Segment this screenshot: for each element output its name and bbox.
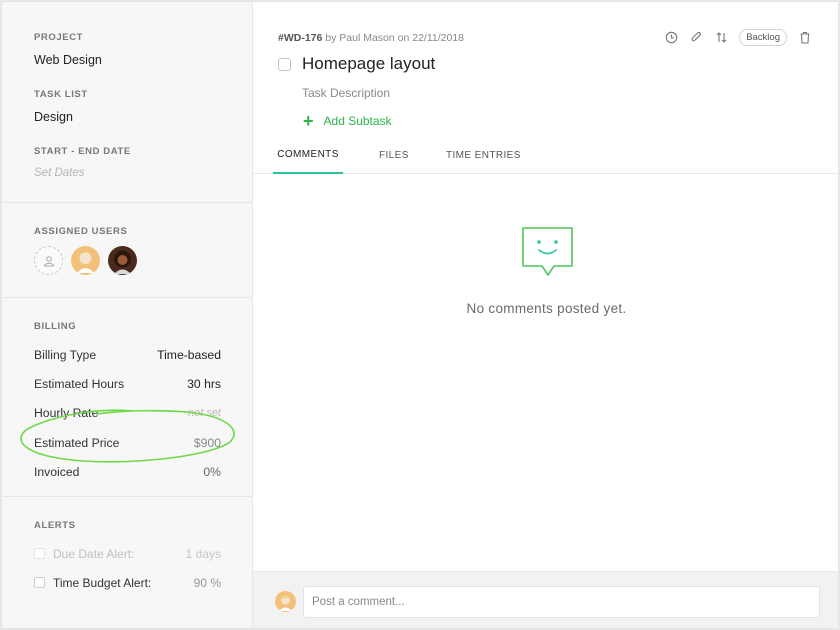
empty-comments-text: No comments posted yet.: [466, 301, 627, 316]
alerts-label: ALERTS: [34, 520, 76, 531]
time-budget-alert-row: Time Budget Alert: 90 %: [34, 568, 221, 597]
task-main: #WD-176 by Paul Mason on 22/11/2018 Back…: [253, 2, 838, 628]
assigned-users-label: ASSIGNED USERS: [34, 226, 128, 237]
avatar-image: [114, 250, 131, 274]
status-badge[interactable]: Backlog: [739, 29, 787, 46]
time-budget-alert-label: Time Budget Alert:: [53, 575, 152, 590]
project-label: PROJECT: [34, 32, 84, 43]
estimated-price-label: Estimated Price: [34, 435, 120, 450]
task-meta: #WD-176 by Paul Mason on 22/11/2018: [278, 32, 464, 44]
hourly-rate-label: Hourly Rate: [34, 406, 99, 421]
due-date-alert-value: 1 days: [185, 546, 221, 561]
task-actions: Backlog: [664, 29, 812, 46]
tab-comments[interactable]: COMMENTS: [273, 136, 343, 174]
estimated-price-value: $900: [193, 435, 221, 450]
tasklist-value[interactable]: Design: [34, 110, 221, 124]
due-date-alert-row: Due Date Alert: 1 days: [34, 539, 221, 568]
task-title[interactable]: Homepage layout: [302, 54, 435, 74]
set-dates-link[interactable]: Set Dates: [34, 167, 221, 179]
invoiced-row[interactable]: Invoiced 0%: [34, 457, 221, 486]
paperclip-icon[interactable]: [689, 31, 703, 45]
due-date-alert-checkbox[interactable]: [34, 548, 45, 559]
estimated-hours-value: 30 hrs: [187, 376, 221, 391]
smile-chat-icon: [522, 227, 573, 276]
estimated-hours-row[interactable]: Estimated Hours 30 hrs: [34, 369, 221, 398]
task-description[interactable]: Task Description: [302, 86, 390, 100]
alerts-section: ALERTS Due Date Alert: 1 days Time Budge…: [2, 497, 252, 597]
swap-icon[interactable]: [714, 31, 728, 45]
time-budget-alert-checkbox[interactable]: [34, 577, 45, 588]
invoiced-label: Invoiced: [34, 464, 80, 479]
hourly-rate-value: not set: [187, 407, 221, 420]
task-sidebar: PROJECT Web Design TASK LIST Design STAR…: [2, 2, 253, 628]
comment-input[interactable]: [303, 586, 820, 618]
project-value[interactable]: Web Design: [34, 53, 221, 67]
project-section: PROJECT Web Design TASK LIST Design STAR…: [2, 2, 252, 203]
time-budget-alert-left: Time Budget Alert:: [34, 576, 151, 590]
user-placeholder-icon: [43, 255, 54, 266]
assigned-users-section: ASSIGNED USERS: [2, 203, 252, 298]
avatar[interactable]: [108, 246, 137, 275]
tasklist-label: TASK LIST: [34, 89, 88, 100]
trash-icon[interactable]: [798, 31, 812, 45]
task-title-row: Homepage layout: [278, 54, 435, 74]
task-tabs: COMMENTS FILES TIME ENTRIES: [253, 136, 838, 174]
invoiced-value: 0%: [203, 464, 221, 479]
billing-type-row[interactable]: Billing Type Time-based: [34, 340, 221, 369]
task-complete-checkbox[interactable]: [278, 57, 291, 71]
task-panel: PROJECT Web Design TASK LIST Design STAR…: [1, 1, 839, 629]
task-author-date: by Paul Mason on 22/11/2018: [322, 32, 465, 44]
clock-icon[interactable]: [664, 31, 678, 45]
plus-icon: +: [303, 111, 314, 131]
due-date-alert-label: Due Date Alert:: [53, 546, 135, 561]
avatar: [275, 591, 296, 612]
dates-label: START - END DATE: [34, 146, 131, 157]
comment-footer: [253, 571, 838, 628]
add-subtask-label: Add Subtask: [323, 114, 392, 128]
avatar-image: [279, 595, 292, 611]
billing-type-value: Time-based: [157, 347, 221, 362]
tab-files[interactable]: FILES: [379, 136, 409, 174]
time-budget-alert-value: 90 %: [193, 575, 221, 590]
avatar-image: [77, 252, 94, 273]
billing-section: BILLING Billing Type Time-based Estimate…: [2, 298, 252, 497]
billing-label: BILLING: [34, 321, 77, 332]
task-id: #WD-176: [278, 32, 323, 44]
add-user-button[interactable]: [34, 246, 63, 275]
hourly-rate-row[interactable]: Hourly Rate not set: [34, 399, 221, 428]
add-subtask-button[interactable]: + Add Subtask: [303, 112, 392, 130]
tab-time-entries[interactable]: TIME ENTRIES: [446, 136, 521, 174]
avatar[interactable]: [71, 246, 100, 275]
due-date-alert-left: Due Date Alert:: [34, 547, 134, 561]
estimated-price-row[interactable]: Estimated Price $900: [34, 428, 221, 457]
estimated-hours-label: Estimated Hours: [34, 376, 125, 391]
avatar-list: [34, 246, 221, 275]
billing-type-label: Billing Type: [34, 347, 97, 362]
